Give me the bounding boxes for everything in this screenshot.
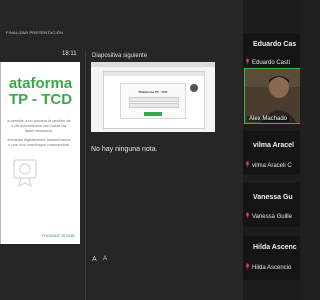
- presenter-header: FINALIZAR PRESENTACIÓN: [0, 28, 243, 39]
- next-slide-window: Plataforma TP - TCD: [103, 71, 205, 129]
- participants-panel: Eduardo Cas Eduardo Casti Alex Machado v…: [243, 0, 300, 300]
- video-name-label: Alex Machado: [247, 116, 290, 122]
- certificate-seal-icon: [13, 159, 37, 188]
- mic-muted-icon: [246, 58, 249, 65]
- slide-title: ataforma TP - TCD: [8, 75, 73, 108]
- participant-tile[interactable]: vilma Aracel vilma Araceli C: [243, 131, 300, 175]
- slide-logo: THOMAS SIGNE: [41, 233, 76, 238]
- slide-body-text: a permite a un usuario la gestión de s d…: [7, 118, 71, 147]
- next-slide-label: Diapositiva siguiente: [92, 53, 148, 59]
- end-presentation-button[interactable]: FINALIZAR PRESENTACIÓN: [6, 30, 63, 35]
- next-slide-user-icon: [190, 84, 198, 92]
- decrease-font-button[interactable]: A: [103, 256, 107, 262]
- active-speaker-video[interactable]: Alex Machado: [244, 68, 300, 124]
- participant-video: [245, 69, 300, 123]
- participant-name: vilma Aracel: [253, 142, 294, 149]
- participant-name: Vanessa Gu: [253, 194, 293, 201]
- mic-muted-icon: [246, 161, 249, 168]
- next-slide-dialog: Plataforma TP - TCD: [120, 83, 186, 119]
- participant-label: Hilda Ascencio: [245, 263, 291, 271]
- next-slide-preview[interactable]: Plataforma TP - TCD: [91, 62, 215, 132]
- current-time: 18:11: [62, 51, 77, 57]
- notes-text: No hay ninguna nota.: [91, 146, 158, 153]
- participant-label: vilma Araceli C: [245, 161, 292, 169]
- participant-tile[interactable]: Vanessa Gu Vanessa Guille: [243, 183, 300, 227]
- participant-tile[interactable]: Hilda Ascenc Hilda Ascencio: [243, 236, 300, 280]
- increase-font-button[interactable]: A: [92, 256, 97, 263]
- mic-muted-icon: [246, 212, 249, 219]
- participant-name: Eduardo Cas: [253, 41, 297, 48]
- current-slide: ataforma TP - TCD a permite a un usuario…: [0, 62, 80, 244]
- mic-muted-icon: [246, 263, 249, 270]
- participant-label: Vanessa Guille: [245, 212, 292, 220]
- participant-label: Eduardo Casti: [245, 58, 290, 66]
- participant-tile[interactable]: Eduardo Cas Eduardo Casti: [243, 33, 300, 67]
- pane-divider[interactable]: [85, 50, 86, 300]
- participant-name: Hilda Ascenc: [253, 244, 297, 251]
- presenter-view: FINALIZAR PRESENTACIÓN 18:11 ataforma TP…: [0, 0, 243, 300]
